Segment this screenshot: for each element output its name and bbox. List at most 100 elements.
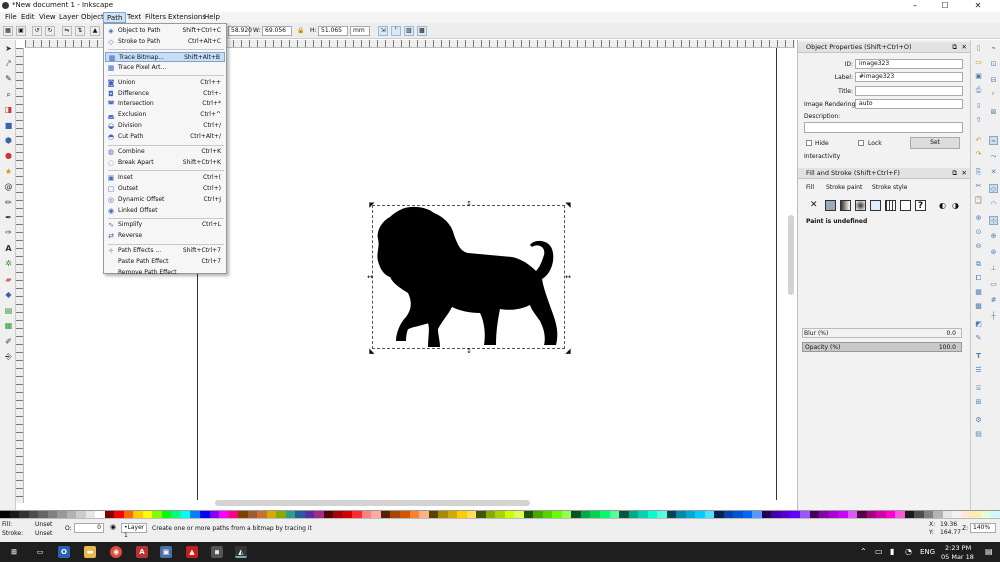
- notifications-icon[interactable]: ▤: [985, 547, 993, 556]
- clock-time[interactable]: 2:23 PM: [945, 544, 971, 552]
- access-icon[interactable]: A: [136, 546, 148, 558]
- fill-stroke-header[interactable]: Fill and Stroke (Shift+Ctrl+F) ⧉ ✕: [798, 168, 971, 179]
- snap-intersection-icon[interactable]: ✕: [989, 168, 998, 177]
- snap-text-baseline-icon[interactable]: ⊥: [989, 264, 998, 273]
- snap-page-icon[interactable]: ▭: [989, 280, 998, 289]
- language-indicator[interactable]: ENG: [920, 548, 935, 556]
- align-dialog-icon[interactable]: ⊞: [974, 398, 983, 407]
- snap-bbox-midpoint-icon[interactable]: ⊠: [989, 108, 998, 117]
- zoom-drawing-icon[interactable]: ⊙: [974, 228, 983, 237]
- snap-grid-icon[interactable]: #: [989, 296, 998, 305]
- outlook-icon[interactable]: O: [58, 546, 70, 558]
- opacity-indicator-field[interactable]: 0: [74, 523, 104, 533]
- eraser-tool-icon[interactable]: ▰: [3, 274, 14, 285]
- measure-tool-icon[interactable]: ◨: [3, 104, 14, 115]
- flip-horizontal-icon[interactable]: ⇋: [62, 26, 72, 36]
- path-menu-item-union[interactable]: ◙ Union Ctrl++: [105, 78, 225, 88]
- spiral-tool-icon[interactable]: @: [3, 181, 14, 192]
- path-menu-item-trace-bitmap[interactable]: ▩ Trace Bitmap... Shift+Alt+B: [105, 51, 225, 62]
- pen-tool-icon[interactable]: ✒: [3, 212, 14, 223]
- fill-rule-evenodd-icon[interactable]: ◐: [939, 201, 946, 210]
- path-menu-item-inset[interactable]: ▣ Inset Ctrl+(: [105, 173, 225, 183]
- radial-gradient-icon[interactable]: [855, 200, 866, 211]
- path-menu-item-linked-offset[interactable]: ◉ Linked Offset: [105, 206, 225, 216]
- unset-paint-icon[interactable]: ?: [915, 200, 926, 211]
- remote-desktop-icon[interactable]: ▣: [160, 546, 172, 558]
- ellipse-tool-icon[interactable]: ●: [3, 150, 14, 161]
- pencil-tool-icon[interactable]: ✏: [3, 197, 14, 208]
- text-font-dialog-icon[interactable]: ✎: [974, 334, 983, 343]
- tray-arrow-icon[interactable]: ⌃: [860, 547, 867, 556]
- path-menu-item-division[interactable]: ◒ Division Ctrl+/: [105, 121, 225, 131]
- snap-smooth-icon[interactable]: ◠: [989, 200, 998, 209]
- path-menu-item-dynamic-offset[interactable]: ◎ Dynamic Offset Ctrl+J: [105, 195, 225, 205]
- snap-toggle-icon[interactable]: ⌁: [989, 44, 998, 53]
- 3d-box-tool-icon[interactable]: ⬢: [3, 135, 14, 146]
- snap-rotation-center-icon[interactable]: ⊛: [989, 248, 998, 257]
- star-tool-icon[interactable]: ★: [3, 166, 14, 177]
- fill-indicator-value[interactable]: Unset: [35, 521, 52, 528]
- title-field[interactable]: [855, 86, 963, 96]
- layer-visibility-icon[interactable]: ◉: [110, 523, 118, 531]
- fill-rule-nonzero-icon[interactable]: ◑: [952, 201, 959, 210]
- snap-bbox-corner-icon[interactable]: ⌜: [989, 92, 998, 101]
- pattern-icon[interactable]: [885, 200, 896, 211]
- rotate-ccw-icon[interactable]: ↺: [32, 26, 42, 36]
- width-field[interactable]: 69.056: [262, 26, 292, 36]
- snap-bbox-icon[interactable]: ⊡: [989, 60, 998, 69]
- calligraphy-tool-icon[interactable]: ✑: [3, 227, 14, 238]
- lion-silhouette-image[interactable]: [372, 205, 567, 351]
- color-palette[interactable]: [0, 510, 1000, 519]
- path-menu-item-remove-path-effect[interactable]: Remove Path Effect: [105, 268, 225, 278]
- select-all-icon[interactable]: ▦: [3, 26, 13, 36]
- preferences-icon[interactable]: ⚙: [974, 416, 983, 425]
- scale-handle-s[interactable]: ↕: [466, 348, 472, 355]
- scale-handle-w[interactable]: ↔: [367, 274, 373, 281]
- path-menu-item-reverse[interactable]: ⇄ Reverse: [105, 231, 225, 241]
- snap-guide-icon[interactable]: ┼: [989, 312, 998, 321]
- scale-handle-e[interactable]: ↔: [565, 274, 571, 281]
- acrobat-icon[interactable]: ▲: [186, 546, 198, 558]
- copy-icon[interactable]: ⎘: [974, 168, 983, 177]
- lock-checkbox[interactable]: [858, 140, 864, 146]
- hide-checkbox[interactable]: [806, 140, 812, 146]
- new-document-icon[interactable]: ▯: [974, 44, 983, 53]
- linear-gradient-icon[interactable]: [840, 200, 851, 211]
- path-menu-item-path-effects[interactable]: ✧ Path Effects ... Shift+Ctrl+7: [105, 246, 225, 256]
- snap-center-icon[interactable]: ⊕: [989, 232, 998, 241]
- menu-edit[interactable]: Edit: [18, 12, 38, 23]
- spray-tool-icon[interactable]: ✲: [3, 258, 14, 269]
- mesh-tool-icon[interactable]: ▦: [3, 320, 14, 331]
- zoom-field[interactable]: 140%: [970, 523, 996, 533]
- open-file-icon[interactable]: ▭: [974, 58, 983, 67]
- description-field[interactable]: [804, 122, 963, 133]
- tweak-tool-icon[interactable]: ✎: [3, 73, 14, 84]
- start-windows-icon[interactable]: ⊞: [8, 546, 20, 558]
- tray-network-icon[interactable]: ▭: [875, 547, 883, 556]
- scale-handle-se[interactable]: ◢: [565, 348, 571, 355]
- snap-midpoint-icon[interactable]: ⊹: [989, 216, 998, 225]
- path-menu-item-cut-path[interactable]: ◓ Cut Path Ctrl+Alt+/: [105, 132, 225, 142]
- snap-path-icon[interactable]: ⤳: [989, 152, 998, 161]
- id-field[interactable]: image323: [855, 59, 963, 69]
- scale-corners-icon[interactable]: ⌜: [391, 26, 401, 36]
- fill-stroke-dialog-icon[interactable]: ◩: [974, 320, 983, 329]
- select-all-layers-icon[interactable]: ▣: [16, 26, 26, 36]
- app-icon[interactable]: ⧈: [211, 546, 223, 558]
- gradient-tool-icon[interactable]: ▤: [3, 305, 14, 316]
- move-patterns-icon[interactable]: ▩: [417, 26, 427, 36]
- panel-float-icon[interactable]: ⧉: [952, 42, 957, 53]
- task-view-icon[interactable]: ▭: [34, 546, 46, 558]
- x-field[interactable]: 58.920: [228, 26, 252, 36]
- ungroup-icon[interactable]: ▩: [974, 302, 983, 311]
- dropper-tool-icon[interactable]: ✐: [3, 336, 14, 347]
- menu-path[interactable]: Path: [103, 12, 127, 23]
- tab-stroke-style[interactable]: Stroke style: [872, 184, 907, 191]
- save-icon[interactable]: ▣: [974, 72, 983, 81]
- clone-icon[interactable]: ⧠: [974, 274, 983, 283]
- panel-close-icon[interactable]: ✕: [962, 168, 967, 179]
- zoom-page-icon[interactable]: ⊖: [974, 242, 983, 251]
- text-dialog-icon[interactable]: T: [974, 352, 983, 361]
- paste-icon[interactable]: 📋: [974, 196, 983, 205]
- swatch-icon[interactable]: [900, 200, 911, 211]
